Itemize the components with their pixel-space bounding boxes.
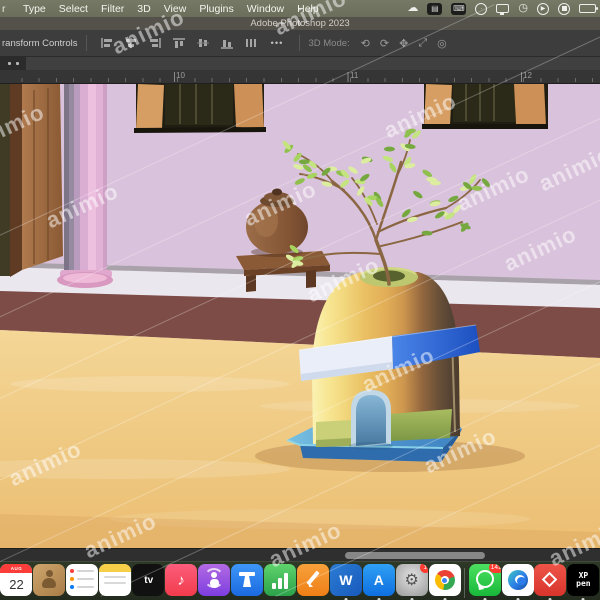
separator	[299, 35, 301, 51]
menu-3d[interactable]: 3D	[137, 3, 150, 15]
dock-music[interactable]: ♪	[165, 564, 198, 600]
xppen-icon: XP pen	[567, 564, 600, 596]
dock-podcasts[interactable]	[198, 564, 231, 600]
dock-numbers[interactable]	[263, 564, 297, 600]
options-bar: ransform Controls ••• 3D Mode: ⟲ ⟳ ✥ ⤢ ◎	[0, 30, 600, 57]
menu-bar: r Type Select Filter 3D View Plugins Win…	[0, 0, 600, 17]
word-icon: W	[329, 564, 362, 596]
calendar-icon: AUG 22	[0, 564, 33, 596]
notification-badge: 141	[488, 564, 501, 573]
menu-filter[interactable]: Filter	[101, 3, 124, 15]
dock-calendar[interactable]: AUG 22	[0, 564, 33, 600]
creative-cloud-icon[interactable]: ☁	[407, 3, 418, 14]
chrome-icon	[428, 564, 461, 596]
window-right	[422, 84, 548, 129]
3d-zoom-icon[interactable]: ◎	[437, 37, 447, 50]
menu-plugins[interactable]: Plugins	[199, 3, 233, 15]
3d-roll-icon[interactable]: ⟳	[380, 37, 389, 50]
horizontal-scrollbar[interactable]	[345, 552, 485, 559]
menu-view[interactable]: View	[164, 3, 187, 15]
record-circle-icon[interactable]	[558, 2, 570, 15]
ruler-number: 10	[176, 71, 185, 80]
distribute-bottom-icon[interactable]	[219, 36, 235, 50]
distribute-top-icon[interactable]	[171, 36, 187, 50]
dark-app-icon-1[interactable]: ▤	[427, 2, 443, 15]
dock-whatsapp[interactable]: 141	[468, 564, 501, 600]
edge-icon	[501, 564, 534, 596]
clock-face-icon[interactable]: ·	[475, 2, 488, 15]
separator	[85, 35, 87, 51]
notes-icon	[99, 564, 132, 596]
screen: r Type Select Filter 3D View Plugins Win…	[0, 0, 600, 600]
distribute-middle-icon[interactable]	[195, 36, 211, 50]
canvas-bottom-strip	[0, 548, 600, 561]
dock-pages[interactable]	[296, 564, 329, 600]
3d-orbit-icon[interactable]: ⟲	[361, 37, 370, 50]
tools-panel-stub[interactable]	[0, 57, 26, 70]
distribute-h-icon[interactable]	[243, 36, 259, 50]
photoshop-canvas[interactable]	[0, 84, 600, 548]
keynote-icon	[231, 564, 264, 596]
window-title: Adobe Photoshop 2023	[250, 18, 350, 29]
play-circle-icon[interactable]: ▶	[537, 2, 549, 15]
dock-xppen[interactable]: XP pen	[567, 564, 600, 600]
dock-keynote[interactable]	[231, 564, 264, 600]
3d-pan-icon[interactable]: ✥	[399, 37, 408, 50]
menu-type[interactable]: Type	[23, 3, 46, 15]
dock-divider	[461, 564, 468, 600]
music-icon: ♪	[165, 564, 198, 596]
dock-word[interactable]: W	[329, 564, 362, 600]
dock-reminders[interactable]	[66, 564, 99, 600]
align-right-icon[interactable]	[147, 36, 163, 50]
dock-settings[interactable]: ⚙ 1	[395, 564, 428, 600]
dock-chrome[interactable]	[428, 564, 461, 600]
menu-window[interactable]: Window	[247, 3, 284, 15]
settings-icon: ⚙ 1	[395, 564, 428, 596]
podcasts-icon	[198, 564, 231, 596]
horizontal-ruler: 10 11 12	[0, 70, 600, 84]
dock-edge[interactable]	[501, 564, 534, 600]
menu-item-clipped[interactable]: r	[2, 3, 10, 15]
dock-notes[interactable]	[99, 564, 132, 600]
menu-select[interactable]: Select	[59, 3, 88, 15]
whatsapp-icon: 141	[468, 564, 501, 596]
ruler-number: 12	[523, 71, 532, 80]
window-title-bar: Adobe Photoshop 2023	[0, 17, 600, 30]
toolbar-substrip	[0, 57, 600, 70]
more-options-icon[interactable]: •••	[271, 38, 284, 49]
dark-app-icon-2[interactable]: ⌨	[451, 2, 467, 15]
reminders-icon	[66, 564, 99, 596]
3d-mode-label: 3D Mode:	[308, 37, 350, 49]
clock-icon[interactable]: ◷	[518, 3, 528, 14]
column	[57, 84, 113, 288]
pages-icon	[296, 564, 329, 596]
appstore-icon: A	[362, 564, 395, 596]
display-icon[interactable]	[496, 4, 510, 15]
align-center-h-icon[interactable]	[123, 36, 139, 50]
dock-red-diamond-app[interactable]	[534, 564, 567, 600]
menu-status-area: ☁ ▤ ⌨ · ◷ ▶	[407, 0, 598, 17]
dock-appstore[interactable]: A	[362, 564, 395, 600]
dock: AUG 22 tv ♪ W A ⚙ 1 141 XP pen	[0, 561, 600, 600]
align-left-icon[interactable]	[99, 36, 115, 50]
menu-help[interactable]: Help	[297, 3, 319, 15]
notification-badge: 1	[419, 564, 428, 573]
ruler-number: 11	[350, 71, 359, 80]
artwork-illustration	[0, 84, 600, 548]
contacts-icon	[33, 564, 66, 596]
battery-icon[interactable]	[579, 4, 598, 13]
dock-appletv[interactable]: tv	[132, 564, 165, 600]
numbers-icon	[263, 564, 296, 596]
window-left	[134, 84, 266, 133]
dock-contacts[interactable]	[33, 564, 66, 600]
3d-slide-icon[interactable]: ⤢	[418, 37, 427, 50]
appletv-icon: tv	[132, 564, 165, 596]
red-diamond-app-icon	[534, 564, 567, 596]
transform-controls-label[interactable]: ransform Controls	[2, 38, 78, 49]
